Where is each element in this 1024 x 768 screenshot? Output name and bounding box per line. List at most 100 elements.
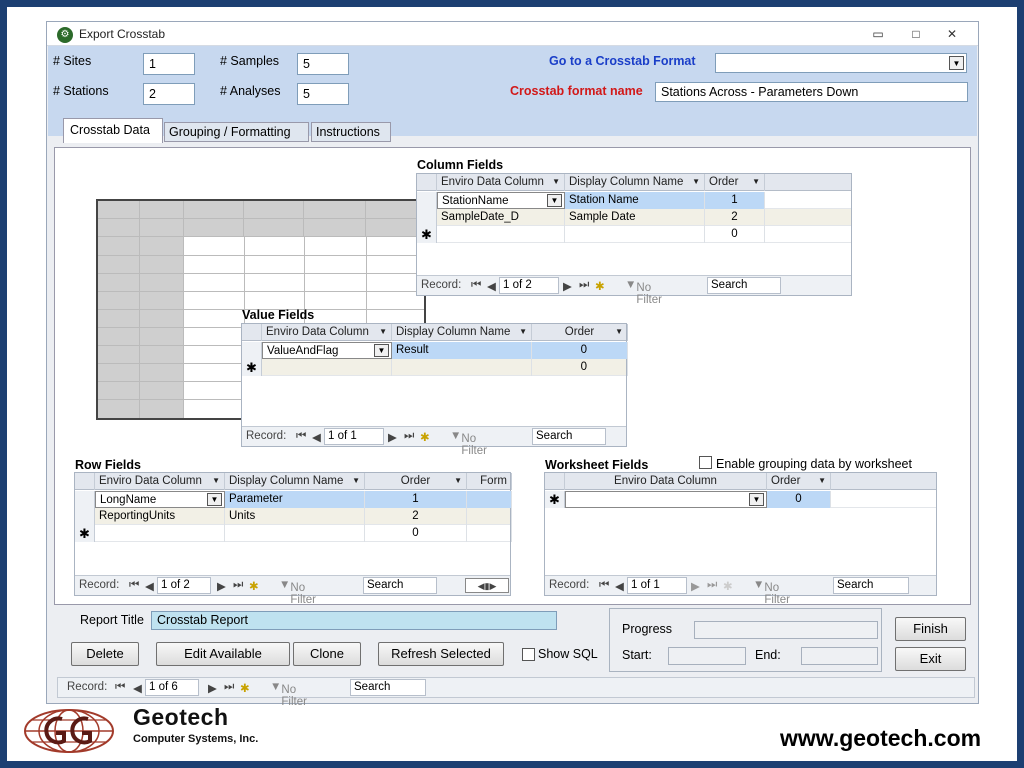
order-cell[interactable]: 0: [705, 226, 765, 243]
new-record-row[interactable]: ✱ 0: [417, 226, 851, 243]
display-name-cell[interactable]: Units: [225, 508, 365, 525]
record-position[interactable]: 1 of 2: [157, 577, 211, 594]
first-record-icon[interactable]: ⏮: [599, 579, 609, 592]
enable-worksheet-grouping-checkbox[interactable]: [699, 456, 712, 469]
record-position[interactable]: 1 of 1: [324, 428, 384, 445]
tab-grouping-formatting[interactable]: Grouping / Formatting: [164, 122, 309, 142]
enviro-column-combo[interactable]: ▼: [565, 491, 767, 508]
last-record-icon[interactable]: ⏭: [707, 579, 717, 592]
prev-record-icon[interactable]: ◀: [312, 430, 321, 444]
enviro-column-cell[interactable]: ReportingUnits: [95, 508, 225, 525]
record-position[interactable]: 1 of 1: [627, 577, 687, 594]
finish-button[interactable]: Finish: [895, 617, 966, 641]
display-name-cell[interactable]: Result: [392, 342, 532, 359]
column-header[interactable]: Order ▼: [365, 473, 467, 490]
new-record-nav-icon[interactable]: ✱: [249, 579, 259, 593]
search-input[interactable]: Search: [363, 577, 437, 594]
new-record-nav-icon[interactable]: ✱: [240, 681, 250, 695]
no-filter-button[interactable]: ▼ No Filter: [625, 279, 662, 306]
table-row[interactable]: ValueAndFlag ▼ Result 0: [242, 342, 628, 359]
no-filter-button[interactable]: ▼ No Filter: [753, 579, 790, 606]
last-record-icon[interactable]: ⏭: [224, 681, 234, 694]
new-record-nav-icon[interactable]: ✱: [595, 279, 605, 293]
search-input[interactable]: Search: [707, 277, 781, 294]
report-title-field[interactable]: Crosstab Report: [151, 611, 557, 630]
enviro-column-combo[interactable]: StationName ▼: [437, 192, 565, 209]
table-row[interactable]: LongName ▼ Parameter 1: [75, 491, 512, 508]
clone-button[interactable]: Clone: [293, 642, 361, 666]
no-filter-button[interactable]: ▼ No Filter: [279, 579, 316, 606]
next-record-icon[interactable]: ▶: [563, 279, 572, 293]
display-name-cell[interactable]: Parameter: [225, 491, 365, 508]
tab-crosstab-data[interactable]: Crosstab Data: [63, 118, 163, 143]
format-name-field[interactable]: Stations Across - Parameters Down: [655, 82, 968, 102]
column-header[interactable]: Enviro Data Column ▼: [437, 174, 565, 191]
close-icon[interactable]: ✕: [941, 25, 963, 43]
minimize-icon[interactable]: ▭: [867, 25, 889, 43]
prev-record-icon[interactable]: ◀: [615, 579, 624, 593]
enviro-column-cell[interactable]: SampleDate_D: [437, 209, 565, 226]
goto-format-select[interactable]: ▼: [715, 53, 967, 73]
column-header[interactable]: Enviro Data Column: [565, 473, 767, 490]
order-cell[interactable]: 2: [705, 209, 765, 226]
record-position[interactable]: 1 of 6: [145, 679, 199, 696]
table-row[interactable]: SampleDate_D Sample Date 2: [417, 209, 851, 226]
edit-available-button[interactable]: Edit Available: [156, 642, 290, 666]
last-record-icon[interactable]: ⏭: [233, 579, 243, 592]
order-cell[interactable]: 0: [767, 491, 831, 508]
website-url[interactable]: www.geotech.com: [780, 725, 981, 752]
first-record-icon[interactable]: ⏮: [129, 579, 139, 592]
column-header[interactable]: Form: [467, 473, 512, 490]
last-record-icon[interactable]: ⏭: [404, 430, 414, 443]
column-header[interactable]: Order ▼: [532, 324, 628, 341]
new-record-nav-icon[interactable]: ✱: [723, 579, 733, 593]
chevron-down-icon[interactable]: ▼: [949, 56, 964, 70]
prev-record-icon[interactable]: ◀: [145, 579, 154, 593]
next-record-icon[interactable]: ▶: [388, 430, 397, 444]
analyses-field[interactable]: 5: [297, 83, 349, 105]
first-record-icon[interactable]: ⏮: [296, 430, 306, 443]
column-header[interactable]: Display Column Name ▼: [565, 174, 705, 191]
tab-instructions[interactable]: Instructions: [311, 122, 391, 142]
display-name-cell[interactable]: Station Name: [565, 192, 705, 209]
new-record-nav-icon[interactable]: ✱: [420, 430, 430, 444]
order-cell[interactable]: 1: [705, 192, 765, 209]
delete-button[interactable]: Delete: [71, 642, 139, 666]
next-record-icon[interactable]: ▶: [208, 681, 217, 695]
new-record-row[interactable]: ✱ 0: [242, 359, 628, 376]
last-record-icon[interactable]: ⏭: [579, 279, 589, 292]
prev-record-icon[interactable]: ◀: [133, 681, 142, 695]
search-input[interactable]: Search: [350, 679, 426, 696]
no-filter-button[interactable]: ▼ No Filter: [450, 430, 487, 457]
samples-field[interactable]: 5: [297, 53, 349, 75]
horizontal-scrollbar[interactable]: ◀▮▶: [465, 578, 509, 593]
enviro-column-combo[interactable]: LongName ▼: [95, 491, 225, 508]
order-cell[interactable]: 2: [365, 508, 467, 525]
new-record-row[interactable]: ✱ ▼ 0: [545, 491, 936, 508]
order-cell[interactable]: 1: [365, 491, 467, 508]
no-filter-button[interactable]: ▼ No Filter: [270, 681, 307, 708]
column-header[interactable]: Display Column Name ▼: [225, 473, 365, 490]
record-position[interactable]: 1 of 2: [499, 277, 559, 294]
table-row[interactable]: StationName ▼ Station Name 1: [417, 192, 851, 209]
table-row[interactable]: ReportingUnits Units 2: [75, 508, 512, 525]
sites-field[interactable]: 1: [143, 53, 195, 75]
order-cell[interactable]: 0: [365, 525, 467, 542]
maximize-icon[interactable]: □: [905, 25, 927, 43]
next-record-icon[interactable]: ▶: [217, 579, 226, 593]
column-header[interactable]: Order ▼: [705, 174, 765, 191]
show-sql-checkbox[interactable]: [522, 648, 535, 661]
column-header[interactable]: Enviro Data Column ▼: [95, 473, 225, 490]
display-name-cell[interactable]: Sample Date: [565, 209, 705, 226]
first-record-icon[interactable]: ⏮: [115, 681, 125, 694]
order-cell[interactable]: 0: [532, 342, 628, 359]
first-record-icon[interactable]: ⏮: [471, 279, 481, 292]
column-header[interactable]: Display Column Name ▼: [392, 324, 532, 341]
next-record-icon[interactable]: ▶: [691, 579, 700, 593]
new-record-row[interactable]: ✱ 0: [75, 525, 512, 542]
enviro-column-combo[interactable]: ValueAndFlag ▼: [262, 342, 392, 359]
column-header[interactable]: Enviro Data Column ▼: [262, 324, 392, 341]
column-header[interactable]: Order ▼: [767, 473, 831, 490]
order-cell[interactable]: 0: [532, 359, 628, 376]
search-input[interactable]: Search: [833, 577, 909, 594]
